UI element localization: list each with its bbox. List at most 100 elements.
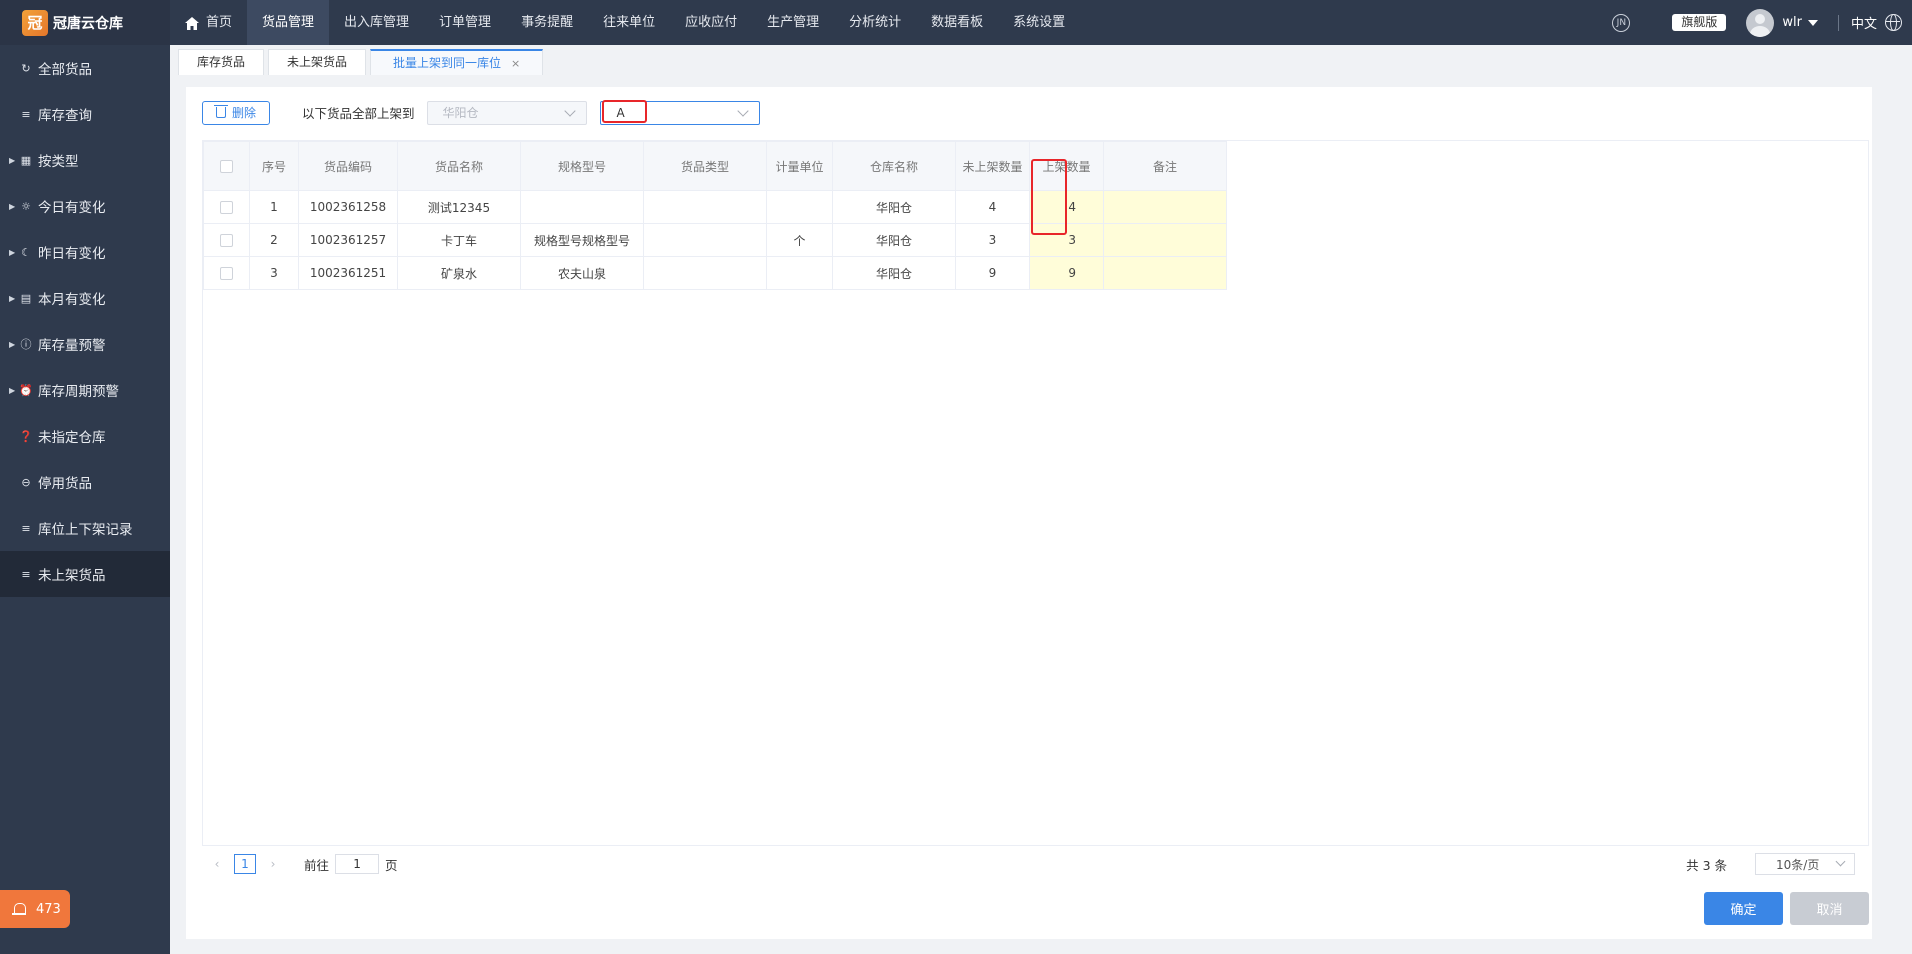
sidebar-item-label: 库位上下架记录 bbox=[38, 522, 133, 538]
top-nav-item-6[interactable]: 应收应付 bbox=[670, 0, 752, 45]
table-row[interactable]: 2 1002361257 卡丁车 规格型号规格型号个华阳仓 3 3 bbox=[203, 223, 1227, 257]
delete-button-label: 删除 bbox=[232, 106, 257, 120]
top-nav-label: 数据看板 bbox=[931, 15, 984, 30]
sidebar-item-9[interactable]: ⊖ 停用货品 bbox=[0, 459, 170, 505]
top-nav-item-2[interactable]: 出入库管理 bbox=[329, 0, 424, 45]
column-header: 货品类型 bbox=[643, 141, 767, 191]
minus-circle-icon: ⊖ bbox=[21, 475, 31, 489]
caret-right-icon: ▶ bbox=[9, 247, 16, 257]
sidebar-item-label: 未指定仓库 bbox=[38, 430, 106, 446]
sidebar-item-3[interactable]: ▶ ☼ 今日有变化 bbox=[0, 183, 170, 229]
sidebar-item-6[interactable]: ▶ ⓘ 库存量预警 bbox=[0, 321, 170, 367]
top-nav-label: 系统设置 bbox=[1013, 15, 1066, 30]
close-icon[interactable]: × bbox=[511, 57, 520, 70]
location-select[interactable]: A bbox=[599, 100, 760, 125]
sidebar-item-8[interactable]: ❓ 未指定仓库 bbox=[0, 413, 170, 459]
cell-unshelved: 9 bbox=[955, 256, 1030, 290]
alert-badge[interactable]: 473 bbox=[0, 890, 70, 928]
top-nav-item-10[interactable]: 系统设置 bbox=[998, 0, 1080, 45]
sidebar-item-0[interactable]: ↻ 全部货品 bbox=[0, 45, 170, 91]
chevron-down-icon bbox=[736, 104, 749, 117]
alert-count: 473 bbox=[36, 901, 61, 917]
top-nav-item-5[interactable]: 往来单位 bbox=[588, 0, 670, 45]
top-nav-label: 分析统计 bbox=[849, 15, 902, 30]
cell-remark[interactable] bbox=[1103, 190, 1227, 224]
brand[interactable]: 冠 冠唐云仓库 bbox=[0, 0, 170, 45]
top-right-area: JN 旗舰版 wlr 中文 bbox=[1612, 0, 1912, 45]
page-number[interactable]: 1 bbox=[234, 854, 256, 874]
sidebar-item-5[interactable]: ▶ ▤ 本月有变化 bbox=[0, 275, 170, 321]
table-row[interactable]: 3 1002361251 矿泉水 农夫山泉 华阳仓 9 9 bbox=[203, 256, 1227, 290]
confirm-button[interactable]: 确定 bbox=[1704, 892, 1783, 925]
select-all-checkbox[interactable] bbox=[220, 160, 233, 173]
user-menu-chevron-down-icon[interactable] bbox=[1807, 19, 1818, 26]
language-switch[interactable]: 中文 bbox=[1851, 13, 1877, 32]
column-header: 序号 bbox=[249, 141, 299, 191]
next-page-chevron-right-icon[interactable]: › bbox=[266, 857, 280, 871]
sidebar-item-label: 今日有变化 bbox=[38, 200, 106, 216]
row-checkbox[interactable] bbox=[220, 234, 233, 247]
edition-badge[interactable]: 旗舰版 bbox=[1672, 14, 1727, 31]
goods-table: 序号 货品编码 货品名称 规格型号 货品类型 计量单位 仓库名称 未上架数量 上架数量 备注 11… bbox=[203, 141, 1227, 290]
page-size-select[interactable]: 10条/页 bbox=[1755, 853, 1855, 875]
row-checkbox[interactable] bbox=[220, 267, 233, 280]
cell-index: 3 bbox=[249, 256, 299, 290]
sidebar-item-7[interactable]: ▶ ⏰ 库存周期预警 bbox=[0, 367, 170, 413]
goods-table-container: 序号 货品编码 货品名称 规格型号 货品类型 计量单位 仓库名称 未上架数量 上架数量 备注 11… bbox=[202, 140, 1869, 846]
app-name: 冠唐云仓库 bbox=[53, 15, 123, 32]
sidebar-item-10[interactable]: ≡ 库位上下架记录 bbox=[0, 505, 170, 551]
top-nav-item-0[interactable]: 首页 bbox=[170, 0, 247, 45]
user-avatar[interactable] bbox=[1746, 8, 1775, 37]
sidebar-item-2[interactable]: ▶ ▦ 按类型 bbox=[0, 137, 170, 183]
main-panel: 删除 以下货品全部上架到 华阳仓 A 序号 货品编码 货品名称 规格型号 货品类型 计量单… bbox=[186, 87, 1872, 939]
cell-code: 1002361251 bbox=[298, 256, 398, 290]
cell-remark[interactable] bbox=[1103, 256, 1227, 290]
sidebar-item-label: 停用货品 bbox=[38, 476, 92, 492]
cell-shelve-qty[interactable]: 9 bbox=[1029, 256, 1104, 290]
globe-icon[interactable] bbox=[1885, 14, 1902, 31]
refresh-icon: ↻ bbox=[21, 61, 31, 75]
username[interactable]: wlr bbox=[1782, 15, 1802, 30]
cancel-button[interactable]: 取消 bbox=[1790, 892, 1869, 925]
cell-remark[interactable] bbox=[1103, 223, 1227, 257]
cell-name: 矿泉水 bbox=[397, 256, 521, 290]
warehouse-select-value: 华阳仓 bbox=[442, 106, 479, 120]
top-nav-item-7[interactable]: 生产管理 bbox=[752, 0, 834, 45]
goto-page-input[interactable]: 1 bbox=[335, 854, 380, 874]
top-nav-label: 货品管理 bbox=[262, 15, 315, 30]
home-icon bbox=[185, 16, 199, 30]
table-row[interactable]: 1 1002361258 测试12345 华阳仓 4 4 bbox=[203, 190, 1227, 224]
prev-page-chevron-left-icon[interactable]: ‹ bbox=[210, 857, 224, 871]
sidebar-item-label: 库存周期预警 bbox=[38, 384, 119, 400]
cell-shelve-qty[interactable]: 4 bbox=[1029, 190, 1104, 224]
top-nav-item-3[interactable]: 订单管理 bbox=[424, 0, 506, 45]
delete-button[interactable]: 删除 bbox=[202, 100, 271, 125]
top-nav-item-1[interactable]: 货品管理 bbox=[247, 0, 330, 45]
cell-type bbox=[643, 190, 767, 224]
column-header: 货品名称 bbox=[397, 141, 521, 191]
cell-shelve-qty[interactable]: 3 bbox=[1029, 223, 1104, 257]
row-checkbox[interactable] bbox=[220, 201, 233, 214]
list-icon: ≡ bbox=[21, 567, 31, 581]
row-select-cell bbox=[203, 223, 250, 257]
sidebar-item-11[interactable]: ≡ 未上架货品 bbox=[0, 551, 170, 597]
top-nav: 首页 货品管理 出入库管理 订单管理 事务提醒 往来单位 应收应付 生产管理 分析统计 数据看板 系… bbox=[170, 0, 1080, 45]
tab-0[interactable]: 库存货品 bbox=[178, 49, 265, 75]
notification-circle-icon[interactable]: JN bbox=[1612, 13, 1631, 32]
sidebar-item-4[interactable]: ▶ ☾ 昨日有变化 bbox=[0, 229, 170, 275]
calendar-icon: ▤ bbox=[20, 291, 32, 305]
select-all-cell bbox=[203, 141, 250, 191]
top-nav-item-9[interactable]: 数据看板 bbox=[916, 0, 998, 45]
tab-1[interactable]: 未上架货品 bbox=[268, 49, 367, 75]
top-nav-item-8[interactable]: 分析统计 bbox=[834, 0, 916, 45]
info-icon: ⓘ bbox=[20, 338, 32, 351]
warehouse-select[interactable]: 华阳仓 bbox=[426, 100, 587, 125]
cell-unit bbox=[766, 256, 833, 290]
page-tabs: 库存货品 未上架货品 批量上架到同一库位 × bbox=[170, 45, 1912, 75]
cell-unit: 个 bbox=[766, 223, 833, 257]
divider bbox=[1837, 14, 1839, 31]
sidebar-item-1[interactable]: ≡ 库存查询 bbox=[0, 91, 170, 137]
top-nav-item-4[interactable]: 事务提醒 bbox=[506, 0, 588, 45]
chevron-down-icon bbox=[563, 104, 576, 117]
tab-2[interactable]: 批量上架到同一库位 × bbox=[370, 49, 544, 75]
